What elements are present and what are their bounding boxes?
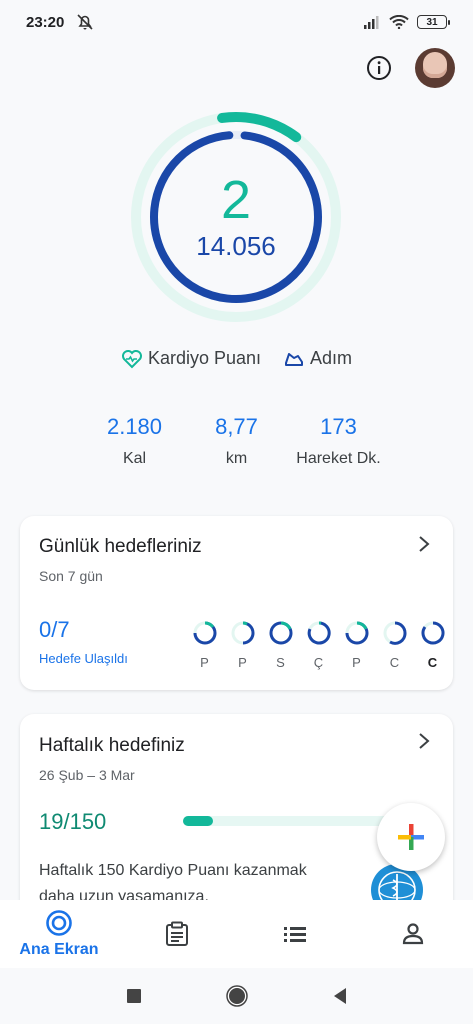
status-time: 23:20 (26, 13, 65, 31)
day-ring (307, 621, 331, 645)
day-label: P (238, 655, 247, 670)
goals-achieved-label: Hedefe Ulaşıldı (39, 651, 128, 666)
profile-icon (402, 923, 424, 945)
daily-goal-days: P P S Ç P C C (188, 620, 449, 670)
day-ring (345, 621, 368, 645)
legend-heart-points: Kardiyo Puanı (121, 348, 261, 369)
activity-rings[interactable]: 2 14.056 (129, 110, 343, 324)
day-label: C (427, 655, 438, 670)
weekly-goal-count: 19/150 (39, 809, 107, 834)
goals-achieved-count: 0/7 (39, 617, 70, 642)
day-ring (269, 621, 292, 645)
wifi-icon (389, 15, 409, 29)
ring-legend: Kardiyo Puanı Adım (0, 348, 473, 369)
steps-value: 14.056 (196, 231, 276, 261)
daily-goals-subtitle: Son 7 gün (39, 568, 103, 584)
metrics-row: 2.180 Kal 8,77 km 173 Hareket Dk. (0, 414, 473, 468)
day-label: S (276, 655, 285, 670)
battery-level: 31 (426, 16, 438, 28)
legend-heart-label: Kardiyo Puanı (147, 348, 262, 368)
day-item[interactable]: P (340, 620, 373, 670)
metric-distance: 8,77 km (195, 414, 279, 468)
daily-goals-title: Günlük hedefleriniz (39, 536, 202, 557)
nav-profile[interactable] (354, 900, 472, 968)
legend-steps-label: Adım (310, 348, 353, 368)
home-icon (46, 910, 72, 936)
day-ring (231, 621, 255, 645)
day-label: P (352, 655, 361, 670)
info-button[interactable] (359, 48, 399, 88)
day-ring (421, 621, 444, 645)
nav-browse[interactable] (236, 900, 354, 968)
header-actions (359, 48, 455, 88)
weekly-progress-fill (183, 816, 213, 826)
metric-label: Hareket Dk. (296, 450, 381, 467)
avatar[interactable] (415, 48, 455, 88)
status-bar: 23:20 31 (0, 0, 473, 44)
daily-goals-card[interactable]: Günlük hedefleriniz Son 7 gün 0/7 Hedefe… (20, 516, 453, 690)
day-label: P (200, 655, 209, 670)
day-label: C (389, 655, 400, 670)
back-icon[interactable] (332, 987, 348, 1005)
day-item[interactable]: Ç (302, 620, 335, 670)
metric-value: 8,77 (215, 414, 258, 439)
shoe-icon (285, 352, 304, 366)
add-activity-button[interactable] (377, 803, 445, 871)
day-label: Ç (313, 655, 324, 670)
weekly-goal-date-range: 26 Şub – 3 Mar (39, 767, 135, 783)
metric-move-minutes: 173 Hareket Dk. (279, 414, 399, 468)
add-icon (398, 824, 424, 850)
day-ring (193, 621, 216, 645)
system-navigation (0, 968, 473, 1024)
day-item[interactable]: C (378, 620, 411, 670)
chevron-right-icon (419, 536, 430, 552)
journal-icon (166, 921, 188, 946)
signal-icon (364, 16, 379, 29)
bottom-navigation: Ana Ekran (0, 900, 473, 968)
day-item[interactable]: C (416, 620, 449, 670)
legend-steps: Adım (283, 348, 352, 369)
ring-center: 2 14.056 (129, 110, 343, 324)
metric-calories: 2.180 Kal (75, 414, 195, 468)
nav-home-label: Ana Ekran (19, 941, 99, 958)
recents-icon[interactable] (126, 988, 142, 1004)
info-icon (367, 56, 391, 80)
day-item[interactable]: P (188, 620, 221, 670)
day-item[interactable]: P (226, 620, 259, 670)
chevron-right-icon (419, 733, 430, 749)
day-ring (383, 621, 406, 645)
battery-icon: 31 (417, 15, 450, 29)
metric-label: km (225, 450, 248, 467)
weekly-goal-title: Haftalık hedefiniz (39, 735, 185, 756)
metric-value: 173 (320, 414, 357, 439)
browse-icon (284, 927, 306, 942)
heart-icon (121, 349, 142, 368)
metric-label: Kal (122, 450, 147, 467)
nav-home[interactable]: Ana Ekran (0, 900, 118, 968)
day-item[interactable]: S (264, 620, 297, 670)
metric-value: 2.180 (106, 414, 163, 439)
nav-journal[interactable] (118, 900, 236, 968)
heart-points-value: 2 (220, 170, 252, 230)
home-circle-icon[interactable] (225, 985, 248, 1007)
mute-alarm-icon (77, 14, 93, 30)
